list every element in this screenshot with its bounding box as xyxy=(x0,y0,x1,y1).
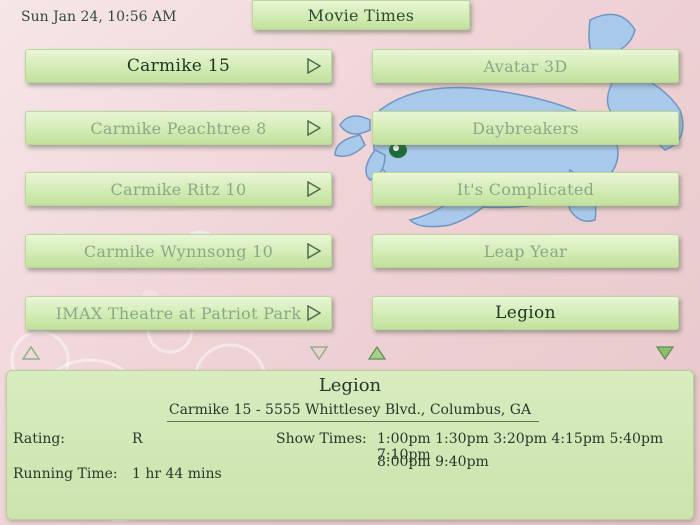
movies-scroll-down-icon[interactable] xyxy=(656,346,674,360)
movie-label: Avatar 3D xyxy=(483,56,568,76)
theater-label: IMAX Theatre at Patriot Park xyxy=(55,303,302,323)
rating-label: Rating: xyxy=(13,431,66,447)
movie-item-daybreakers[interactable]: Daybreakers xyxy=(372,111,679,145)
movie-item-avatar-3d[interactable]: Avatar 3D xyxy=(372,49,679,83)
theater-item-carmike-15[interactable]: Carmike 15 xyxy=(25,49,332,83)
running-time-value: 1 hr 44 mins xyxy=(132,466,222,482)
theaters-scroll-up-icon[interactable] xyxy=(22,346,40,360)
movie-times-title-button[interactable]: Movie Times xyxy=(252,0,470,30)
details-divider xyxy=(167,421,539,422)
movie-item-legion[interactable]: Legion xyxy=(372,296,679,330)
theater-item-carmike-ritz-10[interactable]: Carmike Ritz 10 xyxy=(25,172,332,206)
theater-label: Carmike Peachtree 8 xyxy=(90,118,267,138)
play-arrow-icon xyxy=(307,120,321,136)
play-arrow-icon xyxy=(307,243,321,259)
movie-details-panel: Legion Carmike 15 - 5555 Whittlesey Blvd… xyxy=(6,370,694,520)
theater-item-imax-patriot-park[interactable]: IMAX Theatre at Patriot Park xyxy=(25,296,332,330)
movie-times-title: Movie Times xyxy=(307,5,415,25)
current-datetime: Sun Jan 24, 10:56 AM xyxy=(21,9,177,25)
showtimes-line-2: 8:00pm 9:40pm xyxy=(377,454,489,470)
rating-value: R xyxy=(132,431,143,447)
movie-label: Leap Year xyxy=(483,241,568,261)
movie-label: It's Complicated xyxy=(456,179,595,199)
movie-label: Daybreakers xyxy=(472,118,579,138)
details-theater-address: Carmike 15 - 5555 Whittlesey Blvd., Colu… xyxy=(168,402,532,418)
theater-label: Carmike 15 xyxy=(126,56,231,76)
play-arrow-icon xyxy=(307,58,321,74)
showtimes-label: Show Times: xyxy=(276,431,367,447)
play-arrow-icon xyxy=(307,305,321,321)
movie-label: Legion xyxy=(495,303,556,323)
theater-label: Carmike Ritz 10 xyxy=(110,179,247,199)
movie-item-leap-year[interactable]: Leap Year xyxy=(372,234,679,268)
movie-item-its-complicated[interactable]: It's Complicated xyxy=(372,172,679,206)
theaters-scroll-down-icon[interactable] xyxy=(310,346,328,360)
running-time-label: Running Time: xyxy=(13,466,118,482)
theater-item-carmike-peachtree-8[interactable]: Carmike Peachtree 8 xyxy=(25,111,332,145)
theater-item-carmike-wynnsong-10[interactable]: Carmike Wynnsong 10 xyxy=(25,234,332,268)
theater-label: Carmike Wynnsong 10 xyxy=(83,241,274,261)
details-movie-title: Legion xyxy=(318,375,382,396)
movies-scroll-up-icon[interactable] xyxy=(368,346,386,360)
play-arrow-icon xyxy=(307,181,321,197)
